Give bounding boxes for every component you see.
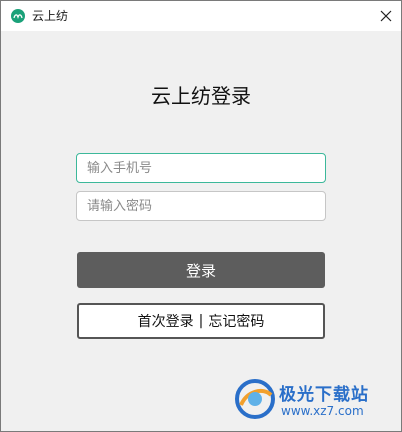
watermark-name: 极光下载站 <box>279 385 369 405</box>
password-input[interactable] <box>76 191 326 221</box>
title-bar: 云上纺 <box>1 1 401 31</box>
close-button[interactable] <box>371 1 401 31</box>
login-button[interactable]: 登录 <box>77 252 325 288</box>
app-logo-icon <box>11 9 25 23</box>
phone-input[interactable] <box>76 153 326 183</box>
forgot-password-link[interactable]: 忘记密码 <box>208 311 264 331</box>
app-window: 云上纺 云上纺登录 登录 首次登录 | 忘记密码 极光下载站 www.xz7.c… <box>0 0 402 432</box>
watermark-logo-icon <box>235 379 275 419</box>
first-login-link[interactable]: 首次登录 <box>138 311 194 331</box>
login-heading: 云上纺登录 <box>151 84 251 108</box>
close-icon <box>380 10 392 22</box>
link-separator: | <box>198 313 204 329</box>
watermark-url: www.xz7.com <box>281 404 364 418</box>
watermark: 极光下载站 www.xz7.com <box>233 375 393 425</box>
account-links: 首次登录 | 忘记密码 <box>77 303 325 339</box>
window-title: 云上纺 <box>32 9 69 23</box>
